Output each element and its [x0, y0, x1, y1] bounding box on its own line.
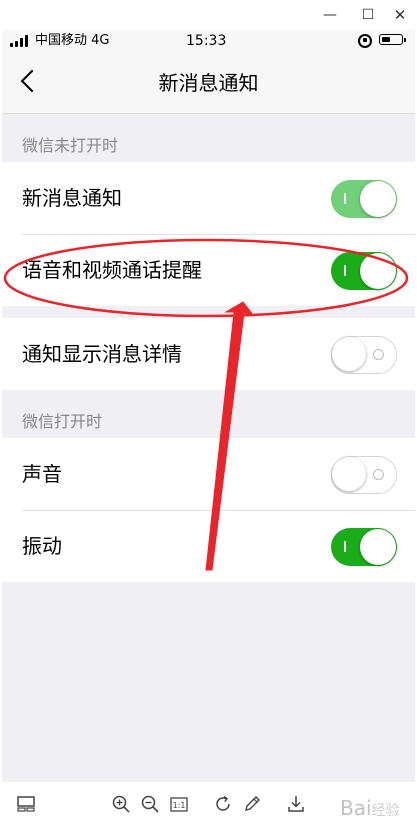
- section-header-label: 微信未打开时: [22, 136, 119, 155]
- window-titlebar: — ☐ ✕: [0, 0, 417, 30]
- section-header-wechat-closed: 微信未打开时: [2, 114, 415, 162]
- phone-status-bar: 中国移动 4G 15:33: [2, 30, 415, 52]
- rotation-lock-icon: [358, 34, 372, 48]
- close-button[interactable]: ✕: [391, 6, 409, 24]
- nav-bar: 新消息通知: [2, 52, 415, 114]
- section-header-label: 微信打开时: [22, 412, 103, 431]
- minimize-button[interactable]: —: [321, 6, 339, 24]
- setting-row-show-message-details[interactable]: 通知显示消息详情: [2, 318, 415, 390]
- zoom-out-icon[interactable]: [140, 794, 160, 816]
- zoom-in-icon[interactable]: [111, 794, 131, 816]
- maximize-button[interactable]: ☐: [359, 6, 377, 24]
- section-header-wechat-open: 微信打开时: [2, 390, 415, 438]
- setting-row-vibrate[interactable]: 振动: [2, 510, 415, 582]
- switch-knob: [360, 253, 396, 289]
- edit-icon[interactable]: [242, 794, 262, 816]
- switch-knob: [332, 457, 366, 491]
- vibrate-toggle[interactable]: [331, 528, 397, 566]
- setting-label: 通知显示消息详情: [22, 342, 182, 366]
- setting-row-voice-video-call-alert[interactable]: 语音和视频通话提醒: [2, 234, 415, 306]
- page-title: 新消息通知: [158, 71, 259, 95]
- voice-video-call-alert-toggle[interactable]: [331, 252, 397, 290]
- setting-row-new-message-notify[interactable]: 新消息通知: [2, 162, 415, 234]
- switch-knob: [360, 529, 396, 565]
- settings-group-closed: 新消息通知 语音和视频通话提醒: [2, 162, 415, 306]
- switch-on-mark-icon: [344, 265, 346, 276]
- image-viewer-canvas: 中国移动 4G 15:33 新消息通知 微信未打开时 新消息通知 语音和视频通话…: [2, 30, 415, 782]
- new-message-notify-toggle[interactable]: [331, 180, 397, 218]
- watermark: Bai经验: [340, 796, 400, 820]
- setting-label: 新消息通知: [22, 186, 122, 210]
- switch-off-mark-icon: [373, 349, 384, 360]
- sound-toggle[interactable]: [331, 456, 397, 494]
- settings-group-details: 通知显示消息详情: [2, 318, 415, 390]
- switch-on-mark-icon: [344, 541, 346, 552]
- show-message-details-toggle[interactable]: [331, 336, 397, 374]
- thumbnail-icon[interactable]: [16, 794, 36, 816]
- settings-group-open: 声音 振动: [2, 438, 415, 582]
- setting-row-sound[interactable]: 声音: [2, 438, 415, 510]
- switch-off-mark-icon: [373, 469, 384, 480]
- signal-icon: [10, 35, 30, 47]
- svg-text:1:1: 1:1: [173, 801, 186, 810]
- setting-label: 声音: [22, 462, 62, 486]
- watermark-text: Bai: [340, 796, 372, 820]
- actual-size-icon[interactable]: 1:1: [169, 794, 189, 816]
- setting-label: 语音和视频通话提醒: [22, 258, 202, 282]
- watermark-sub: 经验: [371, 803, 400, 819]
- switch-knob: [332, 337, 366, 371]
- battery-icon: [379, 34, 406, 45]
- setting-label: 振动: [22, 534, 62, 558]
- carrier-label: 中国移动 4G: [35, 33, 110, 48]
- rotate-icon[interactable]: [213, 794, 233, 816]
- status-time: 15:33: [186, 33, 227, 49]
- switch-on-mark-icon: [344, 193, 346, 204]
- switch-knob: [360, 181, 396, 217]
- download-icon[interactable]: [286, 794, 306, 816]
